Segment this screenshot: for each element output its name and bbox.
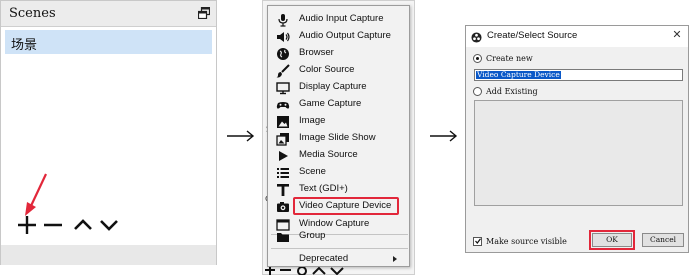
- menu-item-label: Group: [299, 230, 326, 241]
- menu-item-label: Color Source: [299, 64, 355, 75]
- microphone-icon: [278, 14, 288, 27]
- brush-icon: [276, 64, 290, 78]
- menu-item-video-capture-device[interactable]: Video Capture Device: [268, 197, 409, 217]
- create-select-source-dialog: Create/Select Source ✕ Create new Video …: [465, 25, 689, 253]
- slideshow-icon: [276, 133, 289, 146]
- menu-item-label: Audio Output Capture: [299, 30, 391, 41]
- dialog-body: Create new Video Capture Device Add Exis…: [466, 47, 688, 252]
- highlight-box: [293, 197, 399, 215]
- make-visible-checkbox[interactable]: [473, 237, 482, 246]
- add-existing-radio[interactable]: [473, 87, 482, 96]
- undock-icon[interactable]: [198, 7, 210, 19]
- move-down-icon[interactable]: [97, 213, 121, 237]
- menu-item-label: Display Capture: [299, 81, 367, 92]
- monitor-icon: [276, 82, 290, 95]
- move-up-icon[interactable]: [71, 213, 95, 237]
- scene-item-label: 场景: [11, 38, 38, 53]
- scenes-dock-title: Scenes: [9, 6, 56, 21]
- speaker-icon: [277, 32, 290, 42]
- menu-item-label: Image Slide Show: [299, 132, 376, 143]
- menu-separator: [271, 248, 408, 249]
- folder-icon: [277, 233, 289, 242]
- menu-item-label: Image: [299, 115, 326, 126]
- scenes-dock-header: Scenes: [1, 1, 216, 27]
- menu-item-label: Text (GDI+): [299, 183, 348, 194]
- menu-item-label: Game Capture: [299, 98, 362, 109]
- menu-item-label: Media Source: [299, 149, 358, 160]
- camera-icon: [277, 202, 289, 212]
- play-icon: [279, 151, 288, 161]
- globe-icon: [277, 48, 289, 60]
- menu-item-deprecated[interactable]: Deprecated: [268, 250, 409, 270]
- checkmark-icon: [475, 238, 481, 244]
- source-name-input[interactable]: Video Capture Device: [474, 69, 683, 81]
- source-name-text: Video Capture Device: [476, 70, 561, 79]
- flow-arrow-icon: [227, 130, 255, 142]
- create-new-label: Create new: [486, 54, 533, 63]
- red-pointer-arrow-icon: [25, 173, 47, 216]
- scene-list-item[interactable]: 场景: [5, 30, 212, 54]
- dialog-title: Create/Select Source: [487, 30, 578, 41]
- scenes-dock: Scenes 场景: [0, 0, 217, 265]
- image-icon: [277, 116, 289, 128]
- gamepad-icon: [276, 102, 290, 109]
- existing-sources-list[interactable]: [474, 100, 683, 206]
- add-source-panel: S V or Audio Input Capture: [262, 0, 415, 275]
- submenu-arrow-icon: [393, 256, 397, 262]
- make-visible-label: Make source visible: [486, 237, 567, 246]
- add-existing-label: Add Existing: [486, 87, 538, 96]
- scenes-dock-footer: [1, 245, 216, 265]
- cancel-button[interactable]: Cancel: [642, 233, 684, 247]
- menu-item-label: Deprecated: [299, 253, 349, 264]
- create-new-radio[interactable]: [473, 54, 482, 63]
- obs-logo-icon: [471, 32, 482, 43]
- flow-arrow-icon: [430, 130, 458, 142]
- close-icon[interactable]: ✕: [670, 28, 684, 42]
- ok-button[interactable]: OK: [592, 233, 632, 247]
- text-icon: [277, 184, 289, 196]
- menu-item-label: Scene: [299, 166, 326, 177]
- menu-item-label: Browser: [299, 47, 334, 58]
- add-source-menu: Audio Input Capture Audio Output Capture…: [267, 5, 410, 267]
- menu-item-group[interactable]: Group: [268, 227, 409, 247]
- list-icon: [277, 168, 289, 178]
- menu-item-label: Audio Input Capture: [299, 13, 384, 24]
